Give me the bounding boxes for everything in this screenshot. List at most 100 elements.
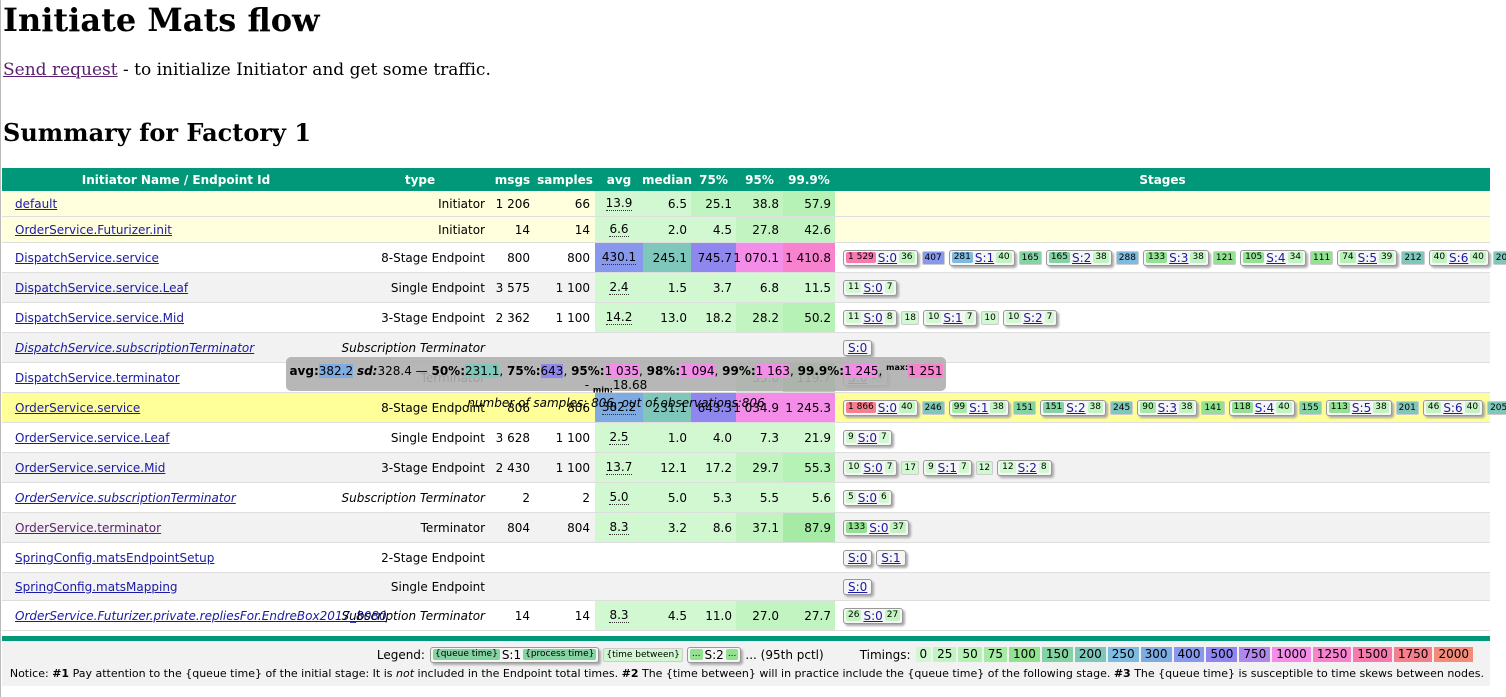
time-between: 288 (1115, 250, 1139, 265)
endpoint-link[interactable]: DispatchService.terminator (15, 371, 180, 385)
stage-link[interactable]: S:2 (1023, 311, 1042, 325)
stage-link[interactable]: S:0 (869, 521, 888, 535)
msgs-cell (490, 573, 535, 600)
stage-link[interactable]: S:0 (863, 609, 882, 623)
tooltip-samples: number of samples: 806, out of observati… (467, 396, 765, 411)
p95-value: 1 070.1 (733, 250, 779, 265)
median-cell: 1.5 (643, 273, 691, 302)
table-header-row: Initiator Name / Endpoint Id type msgs s… (2, 168, 1490, 191)
endpoint-type: 8-Stage Endpoint (350, 243, 490, 272)
stage-link[interactable]: S:0 (863, 281, 882, 295)
header-p999: 99.9% (788, 172, 830, 187)
median-value: 5.0 (667, 490, 687, 505)
endpoint-link[interactable]: OrderService.service.Leaf (15, 431, 170, 445)
p75-cell: 4.5 (691, 217, 736, 242)
median-value: 2.0 (667, 222, 687, 237)
stage-link[interactable]: S:1 (975, 251, 994, 265)
stage-link[interactable]: S:5 (1358, 251, 1377, 265)
endpoint-link[interactable]: DispatchService.service.Mid (15, 311, 184, 325)
stage-link[interactable]: S:0 (858, 431, 877, 445)
avg-cell: 2.4 (595, 273, 643, 302)
endpoint-link[interactable]: OrderService.Futurizer.init (15, 223, 172, 237)
intro-paragraph: Send request - to initialize Initiator a… (3, 59, 491, 81)
p75-value: 5.3 (712, 490, 732, 505)
stage-link[interactable]: S:4 (1266, 251, 1285, 265)
endpoint-link[interactable]: SpringConfig.matsMapping (15, 580, 178, 594)
endpoint-link[interactable]: OrderService.terminator (15, 521, 161, 535)
process-time: 40 (1470, 252, 1486, 263)
endpoint-link[interactable]: default (15, 197, 57, 211)
queue-time: 74 (1340, 252, 1356, 263)
legend-panel: Legend: {queue time} S:1 {process time} … (2, 641, 1490, 686)
tt-max-label: max: (886, 363, 909, 372)
table-row: OrderService.service.Leaf Single Endpoint… (2, 423, 1490, 453)
timing-tooltip: avg:382.2 sd:328.4 — 50%:231.1, 75%:643,… (286, 357, 946, 410)
stage-link[interactable]: S:0 (848, 580, 867, 594)
stage-link[interactable]: S:5 (1352, 401, 1371, 415)
process-time: 8 (1038, 462, 1049, 473)
stage-link[interactable]: S:0 (858, 491, 877, 505)
endpoint-link[interactable]: DispatchService.service (15, 251, 159, 265)
endpoint-link[interactable]: OrderService.service.Mid (15, 461, 165, 475)
endpoint-name: SpringConfig.matsMapping (2, 573, 350, 600)
p95-cell: 29.7 (736, 453, 783, 482)
p999-value: 27.7 (804, 608, 831, 623)
stage-link[interactable]: S:1 (969, 401, 988, 415)
stage-link[interactable]: S:0 (848, 551, 867, 565)
send-request-link[interactable]: Send request (3, 60, 118, 80)
process-time: 38 (1087, 402, 1104, 413)
stage-link[interactable]: S:0 (863, 461, 882, 475)
queue-time: 5 (846, 492, 856, 503)
stage-link[interactable]: S:2 (1018, 461, 1037, 475)
stage-link[interactable]: S:2 (1066, 401, 1085, 415)
stage-link[interactable]: S:0 (848, 341, 867, 355)
type-text: Single Endpoint (390, 430, 485, 445)
timing-chip: 300 (1140, 647, 1172, 662)
stage-link[interactable]: S:4 (1255, 401, 1274, 415)
samples-cell: 14 (535, 601, 595, 630)
p95-value: 38.8 (752, 196, 779, 211)
p95-value: 27.8 (752, 222, 779, 237)
tt-p99-label: 99%: (722, 364, 756, 378)
time-between: 205 (1487, 400, 1506, 415)
p95-cell: 28.2 (736, 303, 783, 332)
legend-pctl: ... (95th pctl) (745, 647, 824, 662)
endpoint-link[interactable]: DispatchService.subscriptionTerminator (15, 341, 254, 355)
median-cell: 1.0 (643, 423, 691, 452)
queue-time: 10 (925, 312, 942, 323)
samples-value: 800 (567, 250, 590, 265)
tt-min: 18.68 (612, 378, 648, 392)
p95-value: 5.5 (759, 490, 779, 505)
timing-chip: 0 (915, 647, 932, 662)
avg-value: 5.0 (609, 490, 629, 505)
time-between: 212 (1401, 250, 1425, 265)
median-value: 12.1 (660, 460, 687, 475)
endpoint-link[interactable]: OrderService.Futurizer.private.repliesFo… (15, 609, 387, 623)
p999-cell: 87.9 (783, 513, 835, 542)
stage-link[interactable]: S:6 (1449, 251, 1468, 265)
tt-avg-label: avg: (289, 364, 319, 378)
stage-link[interactable]: S:2 (1072, 251, 1091, 265)
stage-link[interactable]: S:1 (943, 311, 962, 325)
endpoint-name: OrderService.Futurizer.private.repliesFo… (2, 601, 387, 630)
stage-link[interactable]: S:1 (938, 461, 957, 475)
endpoint-link[interactable]: OrderService.service (15, 401, 140, 415)
stages-cell: 11 S:0 8 18 10 S:1 7 10 10 S:2 7 (835, 303, 1490, 332)
stage-link[interactable]: S:0 (878, 251, 897, 265)
stage-link[interactable]: S:3 (1158, 401, 1177, 415)
stage-link[interactable]: S:0 (863, 311, 882, 325)
endpoint-link[interactable]: SpringConfig.matsEndpointSetup (15, 551, 214, 565)
endpoint-link[interactable]: OrderService.subscriptionTerminator (15, 491, 236, 505)
stage-link[interactable]: S:6 (1443, 401, 1462, 415)
stage-link[interactable]: S:3 (1169, 251, 1188, 265)
stage-box: 46 S:6 40 (1422, 399, 1484, 416)
avg-value: 2.4 (609, 280, 629, 295)
stages-cell: 26 S:0 27 (835, 601, 1490, 630)
stage-box: S:0 (843, 578, 873, 595)
stages-cell: 133 S:0 37 (835, 513, 1490, 542)
p75-cell (691, 543, 736, 572)
time-between: 12 (975, 460, 994, 475)
avg-cell: 2.5 (595, 423, 643, 452)
stage-link[interactable]: S:1 (881, 551, 900, 565)
endpoint-link[interactable]: DispatchService.service.Leaf (15, 281, 188, 295)
